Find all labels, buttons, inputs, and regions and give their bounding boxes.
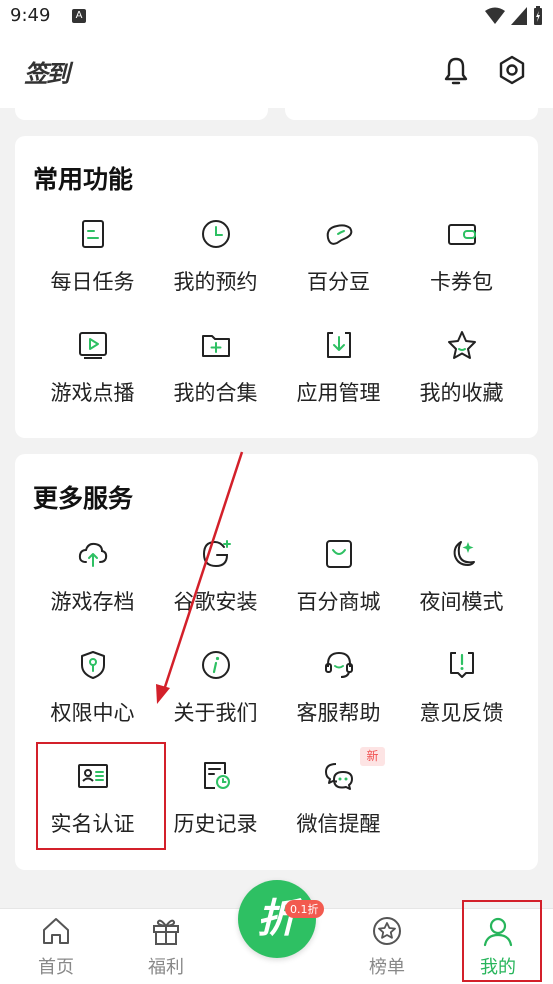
tab-home-label: 首页 xyxy=(38,957,74,978)
feedback-icon xyxy=(450,652,474,678)
permission-center-label: 权限中心 xyxy=(50,701,135,725)
status-time: 9:49 xyxy=(10,5,51,26)
my-favorites-button[interactable]: 我的收藏 xyxy=(400,329,523,429)
more-services-title: 更多服务 xyxy=(33,484,134,513)
game-ondemand-button[interactable]: 游戏点播 xyxy=(31,329,154,429)
coupon-wallet-button[interactable]: 卡券包 xyxy=(400,218,523,318)
night-mode-button[interactable]: 夜间模式 xyxy=(400,538,523,638)
home-icon xyxy=(43,918,69,944)
game-ondemand-label: 游戏点播 xyxy=(50,381,135,405)
common-features-title: 常用功能 xyxy=(33,165,134,194)
wechat-icon xyxy=(325,763,353,790)
cloud-upload-icon xyxy=(78,542,108,567)
my-reservation-label: 我的预约 xyxy=(173,270,258,294)
percent-bean-label: 百分豆 xyxy=(307,270,370,294)
shop-bag-icon xyxy=(326,540,352,568)
partial-card-right xyxy=(285,108,538,120)
feedback-button[interactable]: 意见反馈 xyxy=(400,649,523,749)
ranking-icon xyxy=(373,917,401,945)
gift-icon xyxy=(153,919,179,945)
app-management-label: 应用管理 xyxy=(296,381,381,405)
discount-center-button[interactable]: 折 xyxy=(238,880,316,958)
night-mode-label: 夜间模式 xyxy=(419,590,504,614)
status-bar: 9:49 A xyxy=(0,0,553,34)
discount-badge: 0.1折 xyxy=(285,900,324,918)
checkin-title[interactable]: 签到 xyxy=(24,54,70,89)
tab-ranking-label: 榜单 xyxy=(369,957,405,978)
tab-welfare-label: 福利 xyxy=(148,957,184,978)
star-icon xyxy=(448,331,476,359)
coupon-wallet-label: 卡券包 xyxy=(430,270,493,294)
bell-icon[interactable] xyxy=(438,52,474,88)
wallet-icon xyxy=(448,224,476,245)
customer-service-button[interactable]: 客服帮助 xyxy=(277,649,400,749)
game-save-button[interactable]: 游戏存档 xyxy=(31,538,154,638)
bean-icon xyxy=(326,224,353,245)
wechat-reminder-button[interactable]: 微信提醒 xyxy=(277,760,400,860)
headset-icon xyxy=(325,651,353,678)
history-button[interactable]: 历史记录 xyxy=(154,760,277,860)
history-icon xyxy=(204,762,230,789)
signal-icon xyxy=(511,7,527,25)
gear-icon[interactable] xyxy=(494,52,530,88)
annotation-arrow xyxy=(156,451,244,704)
percent-bean-button[interactable]: 百分豆 xyxy=(277,218,400,318)
app-management-button[interactable]: 应用管理 xyxy=(277,329,400,429)
clock-icon xyxy=(202,220,230,248)
shield-key-icon xyxy=(81,651,105,679)
app-header: 签到 xyxy=(0,34,553,108)
folder-plus-icon xyxy=(202,335,230,357)
customer-service-label: 客服帮助 xyxy=(296,701,381,725)
my-collection-set-button[interactable]: 我的合集 xyxy=(154,329,277,429)
percent-mall-label: 百分商城 xyxy=(296,590,381,614)
battery-icon xyxy=(534,6,542,25)
permission-center-button[interactable]: 权限中心 xyxy=(31,649,154,749)
my-collection-set-label: 我的合集 xyxy=(173,381,258,405)
my-reservation-button[interactable]: 我的预约 xyxy=(154,218,277,318)
download-box-icon xyxy=(327,332,351,358)
daily-task-button[interactable]: 每日任务 xyxy=(31,218,154,318)
annotation-highlight-real-name xyxy=(36,742,166,850)
partial-card-left xyxy=(15,108,268,120)
wifi-icon xyxy=(485,7,505,24)
tab-home[interactable]: 首页 xyxy=(6,909,106,984)
history-label: 历史记录 xyxy=(173,812,258,836)
moon-icon xyxy=(453,541,475,566)
feedback-label: 意见反馈 xyxy=(419,701,504,725)
percent-mall-button[interactable]: 百分商城 xyxy=(277,538,400,638)
annotation-highlight-mine-tab xyxy=(462,900,542,982)
my-favorites-label: 我的收藏 xyxy=(419,381,504,405)
new-badge: 新 xyxy=(360,747,385,766)
game-save-label: 游戏存档 xyxy=(50,590,135,614)
common-features-card: 常用功能 每日任务 我的预约 百分豆 卡券包 游戏点播 我的合集 应用管理 我的… xyxy=(15,136,538,438)
tab-welfare[interactable]: 福利 xyxy=(116,909,216,984)
daily-task-label: 每日任务 xyxy=(50,270,135,294)
task-icon xyxy=(82,220,104,248)
tab-ranking[interactable]: 榜单 xyxy=(337,909,437,984)
play-icon xyxy=(79,332,107,359)
wechat-reminder-label: 微信提醒 xyxy=(296,812,381,836)
notification-icon: A xyxy=(72,9,86,23)
